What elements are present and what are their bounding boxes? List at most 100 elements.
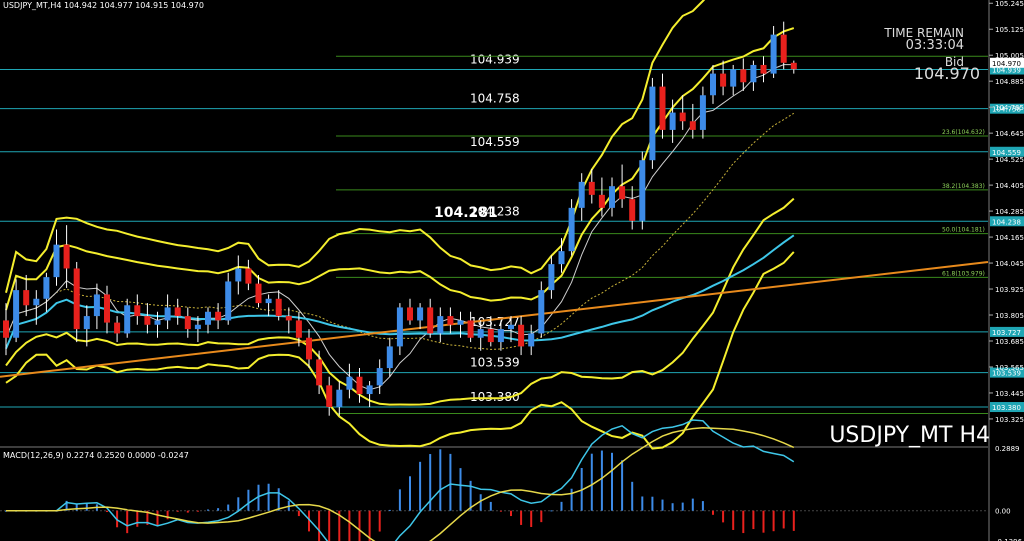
chart-symbol-label: USDJPY_MT H4 [829, 423, 990, 448]
macd-histogram-bar [106, 510, 108, 513]
candle-body [154, 320, 161, 325]
macd-histogram-bar [671, 503, 674, 511]
candle-body [629, 199, 636, 221]
price-marker-label: 104.281 [434, 205, 498, 221]
price-tick-label: 104.405 [995, 182, 1024, 190]
candle-body [13, 290, 20, 338]
candle-body [770, 34, 777, 74]
macd-histogram-bar [277, 488, 280, 511]
candle-body [295, 320, 302, 338]
macd-histogram-bar [469, 480, 472, 511]
candle-body [164, 307, 171, 321]
candle-body [548, 264, 555, 291]
candle-body [3, 320, 9, 338]
candle-body [720, 73, 727, 87]
macd-histogram-bar [237, 497, 240, 511]
fibo-label: 61.8(103.979) [942, 270, 985, 277]
candle-body [306, 337, 312, 360]
macd-histogram-bar [489, 501, 492, 511]
level-label: 104.559 [470, 135, 520, 149]
candle-body [528, 333, 535, 347]
candle-body [356, 376, 363, 395]
candle-body [730, 69, 737, 87]
candle-body [740, 69, 747, 83]
price-tick-label: 104.885 [995, 78, 1024, 86]
price-tick-label: 103.325 [995, 416, 1024, 424]
macd-histogram-bar [358, 510, 361, 541]
macd-histogram-bar [398, 489, 401, 511]
level-label: 104.939 [470, 52, 520, 66]
macd-histogram-bar [348, 510, 351, 541]
candle-body [73, 268, 80, 330]
candle-body [205, 311, 211, 325]
macd-histogram-bar [590, 453, 593, 511]
bollinger-band [5, 0, 706, 293]
macd-histogram-bar [449, 453, 452, 511]
macd-histogram-bar [530, 510, 533, 527]
candle-body [43, 277, 50, 299]
candle-body [588, 181, 595, 195]
macd-histogram-bar [560, 501, 563, 511]
macd-histogram-bar [691, 498, 694, 511]
macd-header: MACD(12,26,9) 0.2274 0.2520 0.0000 -0.02… [3, 451, 189, 460]
macd-histogram-bar [75, 503, 78, 511]
macd-histogram-bar [520, 510, 523, 525]
candle-body [285, 316, 292, 321]
macd-histogram-bar [621, 460, 624, 511]
indicator-lines [0, 0, 989, 450]
candle-body [639, 160, 646, 221]
macd-histogram-bar [661, 499, 664, 511]
candle-body [235, 268, 242, 282]
candle-body [104, 294, 110, 323]
candle-body [215, 311, 222, 321]
macd-histogram-bar [732, 510, 735, 530]
macd-histogram-bar [611, 452, 613, 511]
candle-body [710, 73, 716, 96]
price-tick-label: 103.445 [995, 390, 1024, 398]
candle-body [23, 290, 30, 306]
macd-histogram-bar [712, 510, 714, 515]
macd-histogram-bar [247, 489, 250, 511]
fibo-label: 50.0(104.181) [942, 227, 985, 234]
price-tick-label: 103.685 [995, 338, 1024, 346]
candle-body [407, 307, 413, 321]
macd-histogram-bar [631, 481, 634, 511]
candle-body [33, 298, 40, 306]
macd-histogram-bar [156, 510, 159, 526]
candle-body [53, 244, 60, 278]
candle-body [376, 368, 383, 386]
macd-histogram-bar [570, 488, 573, 511]
candle-body [790, 62, 797, 70]
candle-body [346, 376, 353, 390]
price-tick-label: 104.765 [995, 104, 1024, 112]
candle-body [578, 181, 585, 208]
macd-histogram-bar [722, 510, 725, 523]
macd-histogram-bar [742, 510, 745, 534]
candle-body [447, 316, 454, 325]
candle-body [457, 320, 464, 325]
candle-body [558, 251, 565, 265]
candle-body [487, 329, 494, 343]
candle-body [467, 320, 474, 338]
candle-body [245, 268, 252, 284]
macd-histogram-bar [419, 461, 422, 511]
macd-histogram-bar [328, 510, 331, 541]
macd-histogram-bar [752, 510, 755, 530]
price-tick-label: 104.045 [995, 260, 1024, 268]
candle-body [134, 305, 141, 317]
bid-axis-label: 104.970 [992, 60, 1021, 68]
macd-histogram-bar [217, 508, 220, 511]
price-tick-label: 103.805 [995, 312, 1024, 320]
macd-histogram-bar [792, 510, 795, 531]
price-tick-label: 104.285 [995, 208, 1024, 216]
price-tick-label: 104.525 [995, 156, 1024, 164]
macd-histogram-bar [318, 510, 321, 541]
symbol-header: USDJPY_MT,H4 104.942 104.977 104.915 104… [3, 1, 204, 10]
candle-body [144, 316, 151, 325]
macd-histogram-bar [550, 510, 553, 512]
candle-body [336, 389, 343, 408]
macd-histogram-bar [186, 510, 189, 513]
macd-histogram-bar [176, 510, 179, 512]
candle-body [750, 64, 757, 83]
candle-body [63, 244, 70, 269]
